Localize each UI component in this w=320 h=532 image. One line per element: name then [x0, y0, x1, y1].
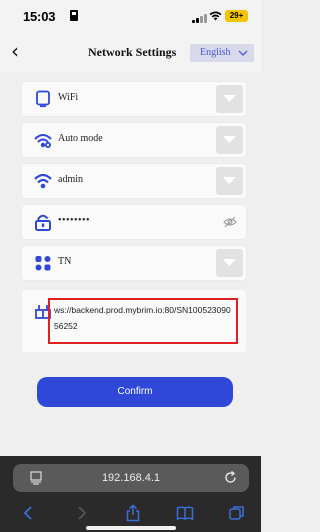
signal-icon: [192, 13, 208, 23]
forward-nav-icon[interactable]: [72, 504, 90, 522]
language-select[interactable]: English: [190, 44, 254, 62]
home-indicator: [86, 526, 176, 530]
mode-row[interactable]: Auto mode: [22, 123, 246, 157]
wifi-ssid-row[interactable]: admin: [22, 164, 246, 198]
connection-type-row[interactable]: WiFi: [22, 82, 246, 116]
wifi-icon: [34, 173, 52, 189]
wifi-ssid-value: admin: [58, 174, 83, 185]
region-row[interactable]: TN: [22, 246, 246, 280]
reload-icon[interactable]: [224, 471, 237, 484]
mode-value: Auto mode: [58, 133, 103, 144]
caret-down-icon: [223, 95, 236, 102]
connection-type-value: WiFi: [58, 92, 79, 103]
wifi-auto-icon: [34, 134, 52, 148]
region-dropdown[interactable]: [216, 249, 243, 277]
server-url-row[interactable]: ws://backend.prod.mybrim.io:80/SN1005230…: [22, 290, 246, 352]
grid-icon: [35, 256, 51, 271]
caret-down-icon: [223, 259, 236, 266]
connection-type-dropdown[interactable]: [216, 85, 243, 113]
tabs-icon[interactable]: [228, 504, 246, 522]
mode-dropdown[interactable]: [216, 126, 243, 154]
tablet-icon: [36, 90, 50, 108]
server-url-field[interactable]: ws://backend.prod.mybrim.io:80/SN1005230…: [54, 302, 234, 334]
caret-down-icon: [223, 177, 236, 184]
wifi-ssid-dropdown[interactable]: [216, 167, 243, 195]
address-bar[interactable]: 192.168.4.1: [13, 464, 249, 492]
wifi-status-icon: [209, 11, 222, 21]
bookmarks-icon[interactable]: [176, 504, 194, 522]
sim-icon: [70, 10, 78, 21]
battery-icon: 29+: [225, 10, 248, 22]
back-icon[interactable]: ‹: [11, 40, 19, 62]
status-time: 15:03: [23, 9, 56, 24]
caret-down-icon: [223, 136, 236, 143]
region-value: TN: [58, 256, 72, 267]
lock-icon: [35, 214, 51, 231]
eye-slash-icon[interactable]: [223, 215, 237, 229]
password-row[interactable]: ••••••••: [22, 205, 246, 239]
password-field[interactable]: ••••••••: [58, 215, 90, 226]
back-nav-icon[interactable]: [20, 504, 38, 522]
nav-bar: ‹ Network Settings English: [0, 34, 261, 72]
language-label: English: [200, 47, 231, 58]
confirm-button[interactable]: Confirm: [37, 377, 233, 407]
phone-screen: 15:03 29+ ‹ Network Settings English WiF…: [0, 0, 261, 532]
share-icon[interactable]: [124, 504, 142, 522]
address-text: 192.168.4.1: [101, 472, 161, 484]
status-bar: 15:03 29+: [0, 0, 261, 34]
page-title: Network Settings: [88, 45, 177, 59]
browser-toolbar: 192.168.4.1: [0, 456, 261, 532]
chevron-down-icon: [238, 50, 248, 56]
